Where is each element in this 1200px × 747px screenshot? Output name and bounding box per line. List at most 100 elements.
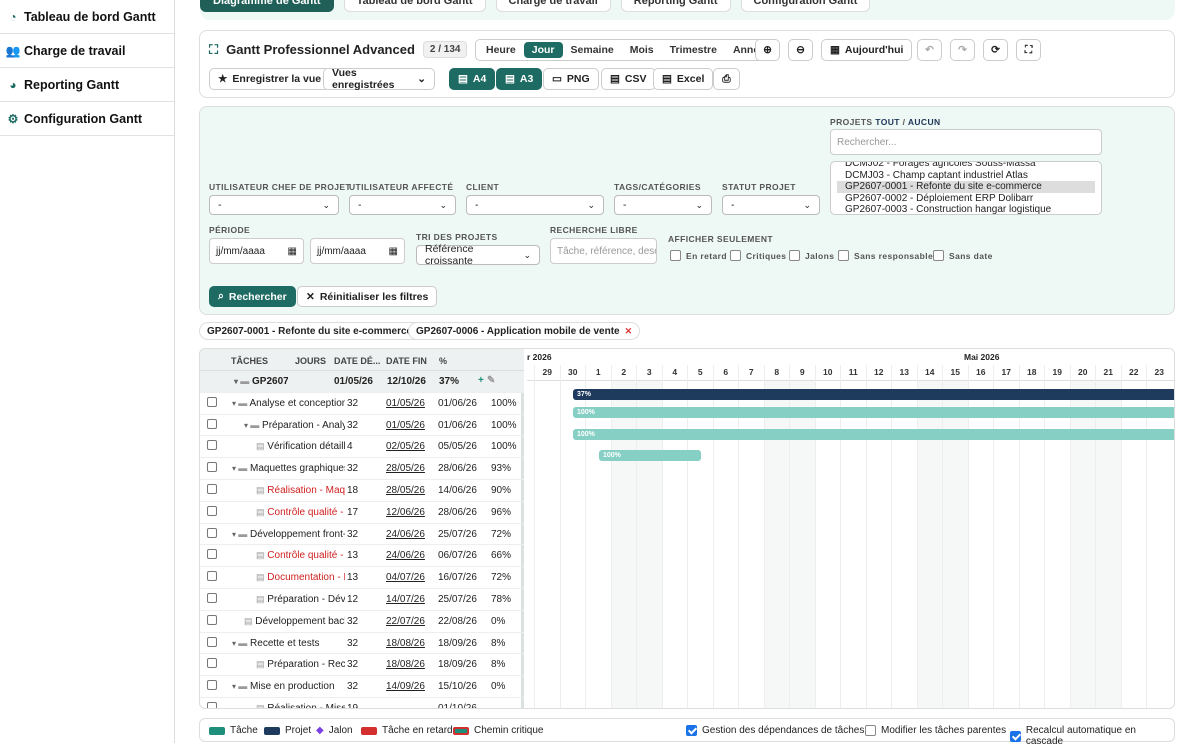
task-start[interactable]: 01/05/26 — [386, 420, 425, 431]
select-all-link[interactable]: Tout — [875, 117, 900, 127]
col-days[interactable]: JOURS — [295, 356, 326, 366]
row-checkbox[interactable] — [207, 636, 217, 647]
export-a4-button[interactable]: ▤ A4 — [449, 68, 496, 90]
task-start[interactable]: 18/08/26 — [386, 659, 425, 670]
project-row[interactable]: ▾ ▬ GP2607- 01/05/26 12/10/26 37% +✎ — [200, 371, 524, 393]
table-row[interactable]: ▾ ▬ Préparation - Analyse32 01/05/26 01/06… — [200, 415, 524, 437]
task-start[interactable]: 28/05/26 — [386, 485, 425, 496]
table-row[interactable]: ▤ Développement back-end32 22/07/26 22/08/… — [200, 611, 524, 633]
project-search-input[interactable]: Rechercher... — [830, 129, 1102, 155]
table-row[interactable]: ▤ Vérification détaillée4 02/05/26 05/05/2… — [200, 436, 524, 459]
saved-views-select[interactable]: Vues enregistrées ⌄ — [323, 67, 435, 91]
search-button[interactable]: ⌕ Rechercher — [209, 286, 296, 307]
table-row[interactable]: ▤ Réalisation - Mise 19 01/10/26 — [200, 698, 524, 708]
row-checkbox[interactable] — [207, 527, 217, 538]
row-checkbox[interactable] — [207, 396, 217, 407]
scale-day[interactable]: Jour — [523, 42, 563, 58]
row-checkbox[interactable] — [207, 593, 217, 603]
task-name[interactable]: ▤ Documentation - Dév — [256, 572, 345, 583]
refresh-button[interactable]: ⟳ — [983, 39, 1008, 61]
export-png-button[interactable]: ▭ PNG — [543, 68, 599, 90]
task-bar[interactable]: 100% — [599, 450, 701, 461]
statut-select[interactable]: - ⌄ — [722, 195, 820, 215]
task-start[interactable]: 02/05/26 — [386, 441, 425, 452]
row-checkbox[interactable] — [207, 505, 217, 516]
col-pct[interactable]: % — [439, 356, 447, 366]
task-name[interactable]: ▤ Réalisation - Maquettes — [256, 485, 345, 496]
task-start[interactable]: 24/06/26 — [386, 550, 425, 561]
export-csv-button[interactable]: ▤ CSV — [601, 68, 656, 90]
task-start[interactable]: 28/05/26 — [386, 463, 425, 474]
filter-late-checkbox[interactable]: En retard — [670, 250, 727, 261]
tri-select[interactable]: Référence croissante ⌄ — [416, 243, 540, 267]
col-end[interactable]: DATE FIN — [386, 356, 427, 366]
chef-select[interactable]: - ⌄ — [209, 195, 339, 215]
table-row[interactable]: ▤ Contrôle qualité - Maquettes17 12/06/26… — [200, 502, 524, 524]
task-name[interactable]: ▾ ▬ Développement front-end — [232, 529, 345, 540]
project-option-selected[interactable]: GP2607-0001 - Refonte du site e-commerce — [837, 181, 1095, 193]
task-start[interactable]: 12/06/26 — [386, 507, 425, 518]
affecte-select[interactable]: - ⌄ — [349, 195, 456, 215]
col-tasks[interactable]: TÂCHES — [231, 356, 268, 366]
option-auto-recalc[interactable]: Recalcul automatique en cascade — [1010, 725, 1174, 747]
task-start[interactable]: 14/09/26 — [386, 681, 425, 692]
scale-week[interactable]: Semaine — [563, 42, 622, 58]
table-row[interactable]: ▾ ▬ Développement front-end32 24/06/26 25/… — [200, 524, 524, 546]
task-name[interactable]: ▤ Préparation - Recette — [256, 659, 345, 670]
project-bar[interactable]: 37% — [573, 389, 1174, 400]
task-bar[interactable]: 100% — [573, 407, 1174, 418]
task-name[interactable]: ▾ ▬ Maquettes graphiques — [232, 463, 345, 474]
tab-reporting[interactable]: Reporting Gantt — [620, 0, 731, 12]
table-row[interactable]: ▤ Réalisation - Maquettes18 28/05/26 14/06… — [200, 480, 524, 502]
task-name[interactable]: ▤ Réalisation - Mise — [256, 703, 345, 708]
project-chip[interactable]: GP2607-0001 - Refonte du site e-commerce… — [199, 322, 433, 340]
tab-config[interactable]: Configuration Gantt — [740, 0, 871, 12]
task-name[interactable]: ▤ Contrôle qualité - Maquettes — [256, 507, 345, 518]
row-checkbox[interactable] — [207, 462, 217, 473]
task-name[interactable]: ▾ ▬ Analyse et conception — [232, 398, 345, 409]
row-checkbox[interactable] — [207, 614, 217, 625]
table-row[interactable]: ▤ Préparation - Recette32 18/08/26 18/09/2… — [200, 654, 524, 677]
tags-select[interactable]: - ⌄ — [614, 195, 712, 215]
project-option[interactable]: GP2607-0003 - Construction hangar logist… — [837, 204, 1095, 214]
task-start[interactable]: 01/05/26 — [334, 376, 373, 387]
reset-filters-button[interactable]: ✕ Réinitialiser les filtres — [297, 286, 438, 307]
task-name[interactable]: ▾ ▬ Recette et tests — [232, 638, 345, 649]
tab-workload[interactable]: Charge de travail — [495, 0, 611, 12]
table-row[interactable]: ▾ ▬ Mise en production 32 14/09/26 15/10/26… — [200, 676, 524, 698]
row-checkbox[interactable] — [207, 658, 217, 669]
table-row[interactable]: ▾ ▬ Maquettes graphiques 32 28/05/26 28/06/… — [200, 458, 524, 480]
date-start-input[interactable]: jj/mm/aaaa ▦ — [209, 238, 304, 264]
row-checkbox[interactable] — [207, 418, 217, 429]
task-start[interactable]: 24/06/26 — [386, 529, 425, 540]
sidebar-item-config[interactable]: ⚙ Configuration Gantt — [0, 102, 174, 136]
task-bar[interactable]: 100% — [573, 429, 1174, 440]
table-row[interactable]: ▾ ▬ Recette et tests 32 18/08/26 18/09/26 8% — [200, 633, 524, 655]
select-none-link[interactable]: Aucun — [908, 117, 941, 127]
project-option[interactable]: GP2607-0002 - Déploiement ERP Dolibarr — [837, 193, 1095, 205]
edit-icon[interactable]: ✎ — [487, 375, 495, 386]
redo-button[interactable]: ↷ — [950, 39, 975, 61]
task-name[interactable]: ▾ ▬ Préparation - Analyse — [244, 420, 345, 431]
project-option[interactable]: DCMJ03 - Champ captant industriel Atlas — [837, 170, 1095, 182]
today-button[interactable]: ▦ Aujourd'hui — [821, 39, 913, 61]
row-checkbox[interactable] — [207, 549, 217, 560]
filter-unassigned-checkbox[interactable]: Sans responsable — [838, 250, 933, 261]
task-name[interactable]: ▤ Vérification détaillée — [256, 441, 345, 452]
sidebar-item-workload[interactable]: 👥 Charge de travail — [0, 34, 174, 68]
tab-gantt[interactable]: Diagramme de Gantt — [200, 0, 334, 12]
remove-icon[interactable]: ✕ — [625, 326, 633, 337]
table-row[interactable]: ▤ Documentation - Dév13 04/07/26 16/07/26 7… — [200, 567, 524, 589]
task-start[interactable]: 18/08/26 — [386, 638, 425, 649]
task-start[interactable]: 04/07/26 — [386, 572, 425, 583]
task-name[interactable]: ▤ Préparation - Développement — [256, 594, 345, 605]
row-checkbox[interactable] — [207, 702, 217, 708]
row-checkbox[interactable] — [207, 571, 217, 582]
scale-month[interactable]: Mois — [622, 42, 662, 58]
task-start[interactable]: 14/07/26 — [386, 594, 425, 605]
fullscreen-button[interactable]: ⛶ — [1016, 39, 1041, 61]
filter-milestones-checkbox[interactable]: Jalons — [789, 250, 834, 261]
zoom-in-button[interactable]: ⊕ — [755, 39, 780, 61]
col-start[interactable]: DATE DÉ... — [334, 356, 380, 366]
table-row[interactable]: ▤ Contrôle qualité - Dév13 24/06/26 06/07/… — [200, 545, 524, 568]
